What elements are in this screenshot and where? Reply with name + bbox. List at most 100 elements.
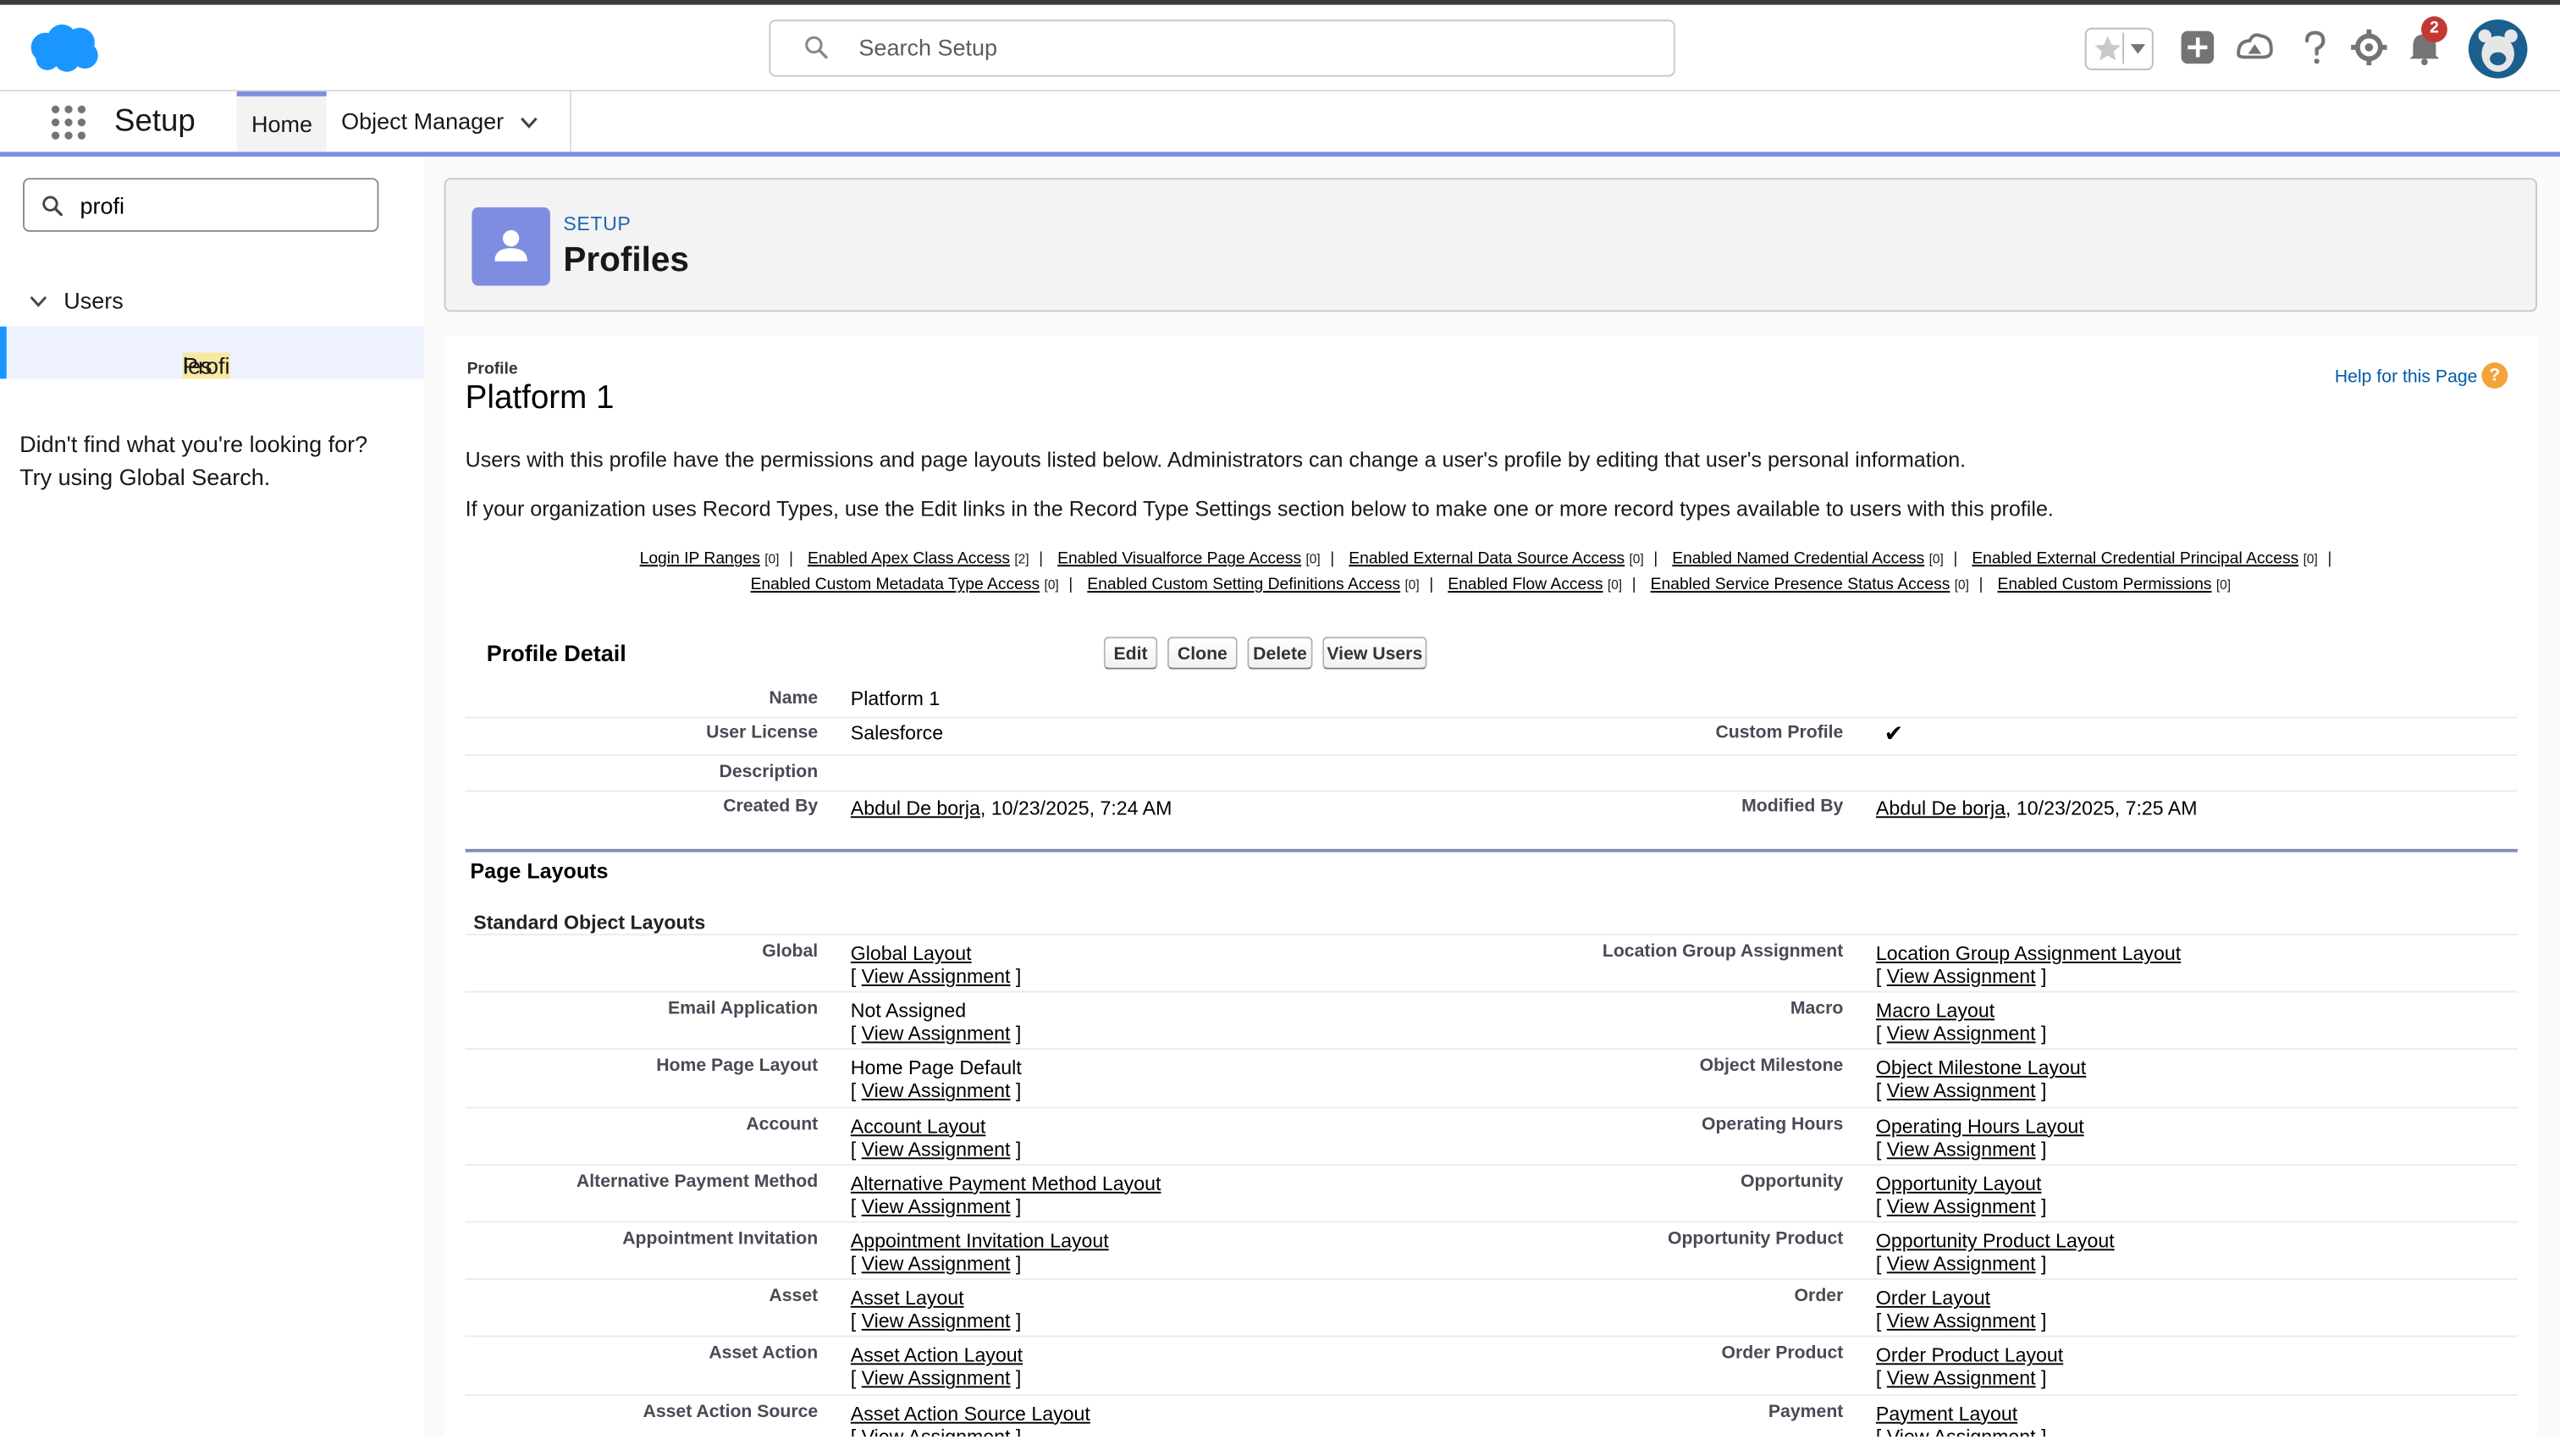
- help-icon[interactable]: [2294, 26, 2337, 69]
- delete-button[interactable]: Delete: [1247, 637, 1313, 670]
- external-data-source-access-link[interactable]: Enabled External Data Source Access: [1349, 550, 1625, 568]
- view-bracket-close: ]: [1010, 1424, 1022, 1437]
- service-presence-status-access-link[interactable]: Enabled Service Presence Status Access: [1651, 576, 1950, 594]
- view-bracket-close: ]: [1010, 1079, 1022, 1103]
- view-assignment-link[interactable]: View Assignment: [862, 1023, 1011, 1045]
- chevron-down-icon[interactable]: [2129, 39, 2147, 57]
- view-assignment-link[interactable]: View Assignment: [1887, 1137, 2036, 1160]
- view-assignment-link[interactable]: View Assignment: [862, 1310, 1011, 1332]
- layout-link[interactable]: Opportunity Product Layout: [1876, 1229, 2115, 1252]
- layout-link[interactable]: Alternative Payment Method Layout: [851, 1172, 1161, 1194]
- help-icon[interactable]: ?: [2481, 362, 2508, 389]
- layout-link[interactable]: Asset Action Layout: [851, 1344, 1023, 1367]
- layout-cell: Macro Layout[ View Assignment ]: [1876, 1000, 2047, 1045]
- layout-link[interactable]: Asset Action Source Layout: [851, 1402, 1090, 1425]
- created-by-user-link[interactable]: Abdul De borja: [851, 797, 980, 819]
- layout-link[interactable]: Asset Layout: [851, 1287, 964, 1310]
- login-ip-ranges-link[interactable]: Login IP Ranges: [640, 550, 760, 568]
- view-bracket-open: [: [850, 1252, 862, 1276]
- view-users-button[interactable]: View Users: [1322, 637, 1427, 670]
- object-label: Object Milestone: [1699, 1056, 1844, 1077]
- tree-node-profiles[interactable]: Profi les: [0, 326, 425, 379]
- tab-object-manager[interactable]: Object Manager: [327, 91, 571, 152]
- link-count: [0]: [1954, 577, 1969, 593]
- layout-link[interactable]: Payment Layout: [1876, 1402, 2017, 1425]
- clone-button[interactable]: Clone: [1167, 637, 1238, 670]
- layout-link[interactable]: Object Milestone Layout: [1876, 1057, 2086, 1080]
- custom-permissions-link[interactable]: Enabled Custom Permissions: [1997, 576, 2211, 594]
- table-row: Global Global Layout[ View Assignment ] Lo…: [465, 934, 2518, 992]
- layout-cell: Order Product Layout[ View Assignment ]: [1876, 1344, 2063, 1390]
- view-assignment-link[interactable]: View Assignment: [862, 965, 1011, 988]
- layout-cell: Opportunity Layout[ View Assignment ]: [1876, 1172, 2047, 1217]
- chevron-down-icon[interactable]: [519, 113, 538, 132]
- view-assignment-link[interactable]: View Assignment: [1887, 1310, 2036, 1332]
- named-credential-access-link[interactable]: Enabled Named Credential Access: [1672, 550, 1924, 568]
- table-row: Appointment Invitation Appointment Invita…: [465, 1221, 2518, 1280]
- view-assignment-link[interactable]: View Assignment: [1887, 1194, 2036, 1217]
- view-assignment-link[interactable]: View Assignment: [1887, 1367, 2036, 1390]
- apex-class-access-link[interactable]: Enabled Apex Class Access: [808, 550, 1010, 568]
- modified-by-user-link[interactable]: Abdul De borja: [1876, 797, 2006, 819]
- detail-row-name: Name Platform 1: [465, 682, 2518, 719]
- custom-metadata-type-access-link[interactable]: Enabled Custom Metadata Type Access: [751, 576, 1040, 594]
- view-assignment-link[interactable]: View Assignment: [1887, 1080, 2036, 1103]
- trailhead-icon[interactable]: [2233, 26, 2276, 69]
- quick-find-input[interactable]: profi: [22, 178, 379, 232]
- search-icon: [805, 36, 828, 59]
- avatar[interactable]: [2468, 19, 2528, 79]
- custom-setting-definitions-access-link[interactable]: Enabled Custom Setting Definitions Acces…: [1087, 576, 1400, 594]
- page-title: Profiles: [563, 241, 689, 279]
- layout-link[interactable]: Account Layout: [851, 1114, 986, 1137]
- edit-button[interactable]: Edit: [1103, 637, 1158, 670]
- gear-icon[interactable]: [2348, 26, 2390, 69]
- salesforce-cloud-logo[interactable]: [28, 23, 100, 74]
- add-icon[interactable]: [2177, 26, 2219, 69]
- object-label: Asset: [769, 1287, 819, 1307]
- view-assignment-link[interactable]: View Assignment: [862, 1252, 1011, 1275]
- flow-access-link[interactable]: Enabled Flow Access: [1448, 576, 1603, 594]
- table-row: Asset Action Asset Action Layout[ View As…: [465, 1336, 2518, 1394]
- view-assignment-link[interactable]: View Assignment: [1887, 1425, 2036, 1437]
- view-assignment-link[interactable]: View Assignment: [862, 1137, 1011, 1160]
- layout-link[interactable]: Order Layout: [1876, 1287, 1990, 1310]
- visualforce-page-access-link[interactable]: Enabled Visualforce Page Access: [1057, 550, 1301, 568]
- app-name: Setup: [113, 104, 196, 139]
- app-launcher-icon[interactable]: [49, 102, 88, 141]
- external-credential-principal-access-link[interactable]: Enabled External Credential Principal Ac…: [1972, 550, 2298, 568]
- layout-link[interactable]: Appointment Invitation Layout: [851, 1229, 1109, 1252]
- view-assignment-link[interactable]: View Assignment: [862, 1425, 1011, 1437]
- link-separator: |: [1068, 576, 1073, 594]
- detail-row-description: Description: [465, 754, 2518, 792]
- favorites-button[interactable]: [2084, 27, 2154, 70]
- layout-cell: Home Page Default[ View Assignment ]: [851, 1057, 1022, 1103]
- view-assignment-link[interactable]: View Assignment: [862, 1367, 1011, 1390]
- chevron-down-icon[interactable]: [30, 292, 47, 310]
- view-bracket-close: ]: [1010, 964, 1022, 988]
- tab-object-manager-label: Object Manager: [341, 108, 505, 135]
- layout-link[interactable]: Macro Layout: [1876, 1000, 1994, 1023]
- layout-link[interactable]: Location Group Assignment Layout: [1876, 942, 2181, 965]
- view-assignment-link[interactable]: View Assignment: [1887, 1252, 2036, 1275]
- view-assignment-link[interactable]: View Assignment: [1887, 1023, 2036, 1045]
- global-search-box[interactable]: Search Setup: [769, 19, 1675, 77]
- layout-link[interactable]: Global Layout: [851, 942, 972, 965]
- table-row: Asset Action Source Asset Action Source L…: [465, 1393, 2518, 1437]
- object-label: Opportunity Product: [1667, 1229, 1844, 1249]
- help-for-this-page-link[interactable]: Help for this Page: [2335, 367, 2478, 387]
- link-separator: |: [1631, 576, 1636, 594]
- object-label: Order: [1794, 1287, 1844, 1307]
- view-assignment-link[interactable]: View Assignment: [1887, 965, 2036, 988]
- view-bracket-close: ]: [2035, 1310, 2047, 1333]
- layout-link[interactable]: Opportunity Layout: [1876, 1172, 2042, 1194]
- view-assignment-link[interactable]: View Assignment: [862, 1194, 1011, 1217]
- layout-link[interactable]: Operating Hours Layout: [1876, 1114, 2084, 1137]
- view-assignment-link[interactable]: View Assignment: [862, 1080, 1011, 1103]
- table-row: Asset Asset Layout[ View Assignment ] Orde…: [465, 1278, 2518, 1337]
- layout-link[interactable]: Order Product Layout: [1876, 1344, 2063, 1367]
- view-bracket-open: [: [850, 1022, 862, 1045]
- tab-home[interactable]: Home: [236, 91, 327, 152]
- object-label: Asset Action Source: [643, 1401, 819, 1422]
- layout-cell: Order Layout[ View Assignment ]: [1876, 1287, 2047, 1332]
- view-bracket-open: [: [1875, 1310, 1887, 1333]
